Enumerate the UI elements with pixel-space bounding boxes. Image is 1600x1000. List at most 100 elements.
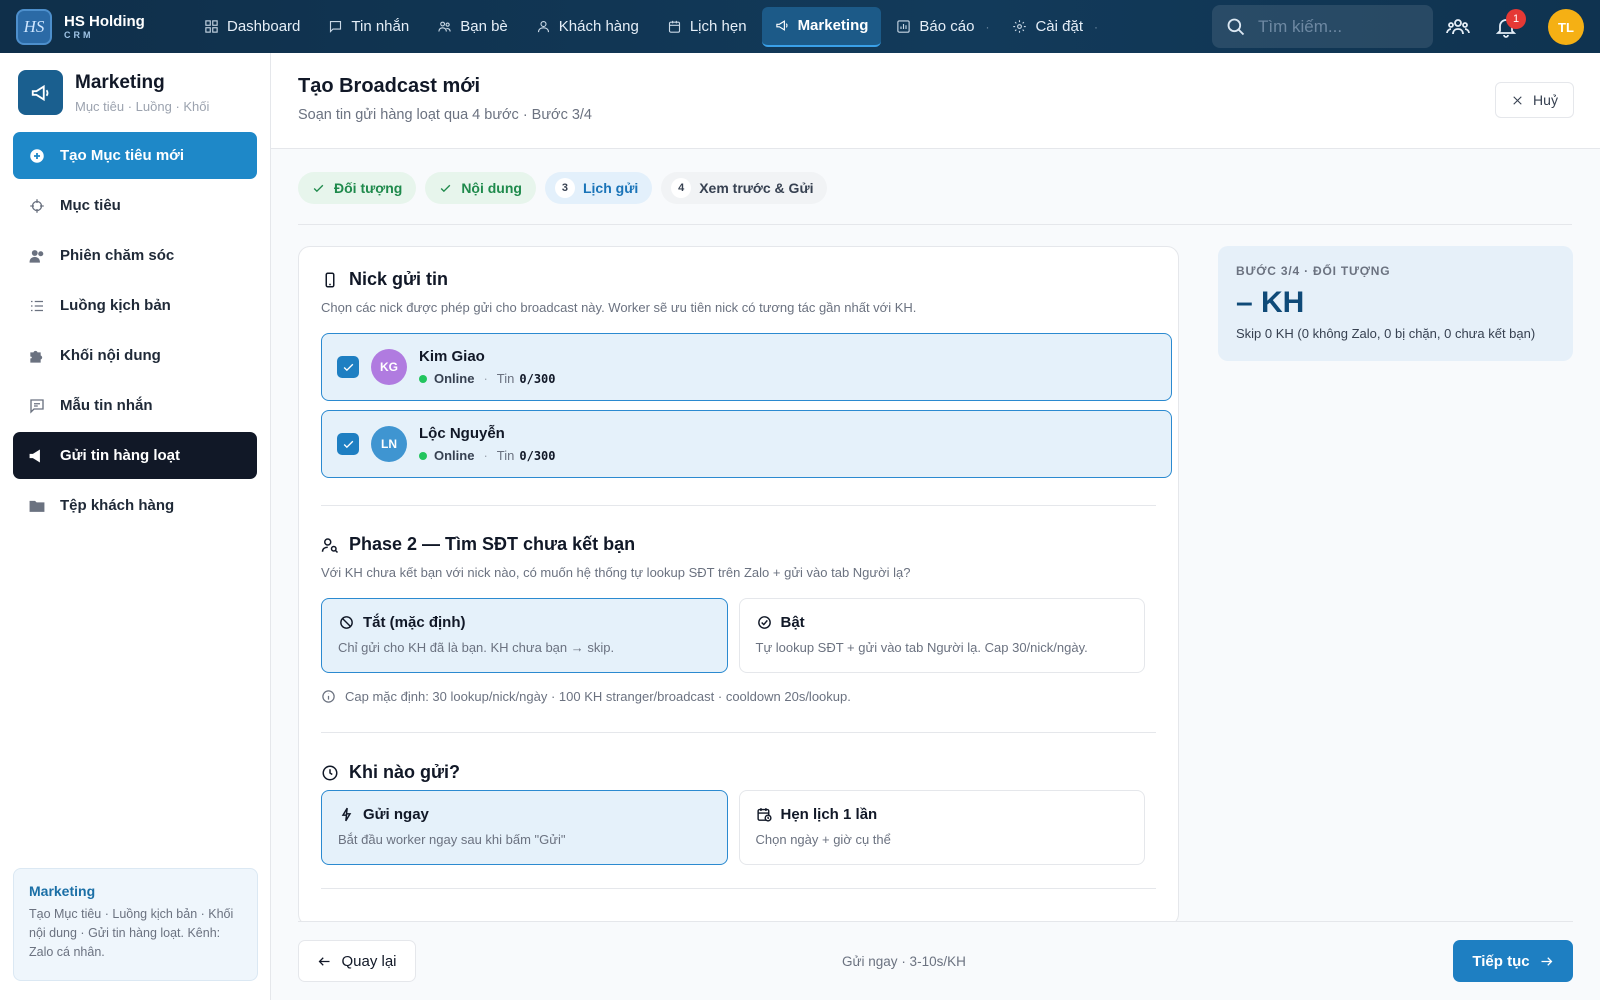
- nav-appointments[interactable]: Lịch hẹn: [654, 7, 760, 47]
- folder-user-icon: [29, 500, 45, 512]
- back-label: Quay lại: [341, 952, 397, 970]
- page-title: Tạo Broadcast mới: [298, 75, 481, 97]
- nick-option-loc-nguyen[interactable]: LN Lộc Nguyễn Online · Tin 0/300: [321, 410, 1172, 478]
- user-avatar[interactable]: TL: [1548, 9, 1584, 45]
- brand[interactable]: HS HS Holding CRM: [16, 8, 176, 45]
- cancel-button[interactable]: Huỷ: [1495, 82, 1574, 118]
- phone-icon: [325, 272, 335, 287]
- nick-name: Kim Giao: [419, 348, 485, 365]
- sidebar-item-care-sessions[interactable]: Phiên chăm sóc: [13, 232, 257, 279]
- step-number: 3: [554, 178, 575, 198]
- nav-label: Cài đặt: [1035, 18, 1083, 35]
- main-content: Tạo Broadcast mới Soạn tin gửi hàng loạt…: [271, 53, 1600, 1000]
- megaphone-icon: [31, 84, 48, 101]
- summary-value: – KH: [1236, 286, 1305, 319]
- nav-label: Báo cáo: [919, 18, 975, 35]
- phase2-off-option[interactable]: Tắt (mặc định) Chỉ gửi cho KH đã là bạn.…: [321, 598, 728, 673]
- sidebar-item-create-goal[interactable]: Tạo Mục tiêu mới: [13, 132, 257, 179]
- nav-label: Bạn bè: [460, 18, 508, 35]
- avatar: KG: [371, 349, 407, 385]
- nick-option-kim-giao[interactable]: KG Kim Giao Online · Tin 0/300: [321, 333, 1172, 401]
- schedule-once-option[interactable]: Hẹn lịch 1 lần Chọn ngày + giờ cụ thể: [738, 790, 1145, 865]
- option-desc: Chỉ gửi cho KH đã là bạn. KH chưa bạn → …: [338, 640, 615, 655]
- sidebar-item-label: Tệp khách hàng: [60, 497, 175, 514]
- gear-icon: [1013, 20, 1027, 33]
- lightning-icon: [341, 807, 352, 822]
- step-preview-send[interactable]: 4 Xem trước & Gửi: [661, 172, 828, 204]
- phase2-title-text: Phase 2 — Tìm SĐT chưa kết bạn: [349, 534, 636, 554]
- step-label: Xem trước & Gửi: [699, 180, 814, 196]
- phase2-section: Phase 2 — Tìm SĐT chưa kết bạn Với KH ch…: [299, 506, 1178, 704]
- check-icon: [343, 440, 353, 448]
- schedule-card: Nick gửi tin Chọn các nick được phép gửi…: [298, 246, 1179, 926]
- sidebar-item-goals[interactable]: Mục tiêu: [13, 182, 257, 229]
- sidebar-item-label: Mẫu tin nhắn: [60, 397, 153, 414]
- chart-icon: [897, 20, 911, 33]
- nav-label: Tin nhắn: [351, 18, 410, 35]
- check-icon: [441, 184, 451, 192]
- nick-checkbox[interactable]: [337, 433, 359, 455]
- nav-friends[interactable]: Bạn bè: [424, 7, 521, 47]
- sidebar-header-icon: [18, 70, 63, 115]
- grid-icon: [205, 20, 218, 33]
- step-content[interactable]: Nội dung: [425, 172, 536, 204]
- nick-status: Online: [434, 371, 475, 386]
- send-now-option[interactable]: Gửi ngay Bắt đầu worker ngay sau khi bấm…: [321, 790, 728, 865]
- sidebar-item-content-blocks[interactable]: Khối nội dung: [13, 332, 257, 379]
- target-icon: [30, 198, 44, 213]
- search-input[interactable]: Tìm kiếm...: [1212, 5, 1433, 48]
- page-subtitle: Soạn tin gửi hàng loạt qua 4 bước · Bước…: [298, 107, 593, 123]
- notification-badge: 1: [1506, 9, 1526, 29]
- message-icon: [30, 398, 44, 414]
- sidebar-item-customer-files[interactable]: Tệp khách hàng: [13, 482, 257, 529]
- sidebar-item-broadcast[interactable]: Gửi tin hàng loạt: [13, 432, 257, 479]
- nav-customers[interactable]: Khách hàng: [523, 7, 652, 47]
- step-audience[interactable]: Đối tượng: [298, 172, 417, 204]
- nick-checkbox[interactable]: [337, 356, 359, 378]
- next-button[interactable]: Tiếp tục: [1453, 940, 1573, 982]
- nav-messages[interactable]: Tin nhắn: [315, 7, 422, 47]
- team-button[interactable]: [1446, 15, 1470, 39]
- nav-reports[interactable]: Báo cáo: [883, 7, 987, 47]
- nav-marketing[interactable]: Marketing: [761, 6, 882, 47]
- section-divider: [321, 888, 1156, 889]
- step-schedule[interactable]: 3 Lịch gửi: [544, 172, 653, 204]
- nav-separator: ·: [1094, 19, 1098, 34]
- nick-quota: 0/300: [519, 448, 556, 463]
- megaphone-icon: [29, 449, 40, 462]
- when-section: Khi nào gửi? Gửi ngay Bắt đầu worker nga…: [299, 733, 1178, 865]
- phase2-on-option[interactable]: Bật Tự lookup SĐT + gửi vào tab Người lạ…: [738, 598, 1145, 673]
- sidebar-info-title: Marketing: [29, 883, 96, 899]
- sidebar-item-flows[interactable]: Luồng kịch bản: [13, 282, 257, 329]
- nav-label: Marketing: [797, 17, 869, 34]
- brand-logo: HS: [16, 8, 52, 45]
- step-label: Đối tượng: [334, 180, 403, 196]
- option-title: Tắt (mặc định): [363, 614, 466, 631]
- option-desc: Bắt đầu worker ngay sau khi bấm "Gửi": [338, 832, 566, 847]
- clock-icon: [322, 765, 338, 780]
- sidebar-title: Marketing: [75, 71, 165, 93]
- step-label: Nội dung: [461, 180, 522, 196]
- sidebar: Marketing Mục tiêu · Luồng · Khối Tạo Mụ…: [0, 53, 271, 1000]
- check-icon: [313, 184, 324, 192]
- option-title: Gửi ngay: [363, 806, 429, 823]
- summary-card: BƯỚC 3/4 · ĐỐI TƯỢNG – KH Skip 0 KH (0 k…: [1218, 246, 1573, 361]
- back-button[interactable]: Quay lại: [298, 940, 416, 982]
- sidebar-item-label: Gửi tin hàng loạt: [60, 447, 181, 464]
- avatar: LN: [371, 426, 407, 462]
- stepper-divider: [298, 224, 1572, 225]
- nav-separator: ·: [985, 19, 990, 34]
- sidebar-item-templates[interactable]: Mẫu tin nhắn: [13, 382, 257, 429]
- nick-status: Online: [434, 448, 475, 463]
- nick-quota-label: Tin: [496, 448, 515, 463]
- message-icon: [330, 20, 342, 33]
- sidebar-item-label: Luồng kịch bản: [60, 297, 171, 314]
- user-search-icon: [321, 537, 339, 553]
- nav-settings[interactable]: Cài đặt: [999, 7, 1096, 47]
- nick-quota: 0/300: [519, 371, 556, 386]
- nav-dashboard[interactable]: Dashboard: [191, 7, 313, 47]
- stepper: Đối tượng Nội dung 3 Lịch gửi 4 Xem trướ…: [298, 172, 836, 204]
- when-title-text: Khi nào gửi?: [349, 762, 461, 782]
- cancel-label: Huỷ: [1533, 92, 1558, 108]
- nick-section: Nick gửi tin Chọn các nick được phép gửi…: [299, 247, 1178, 478]
